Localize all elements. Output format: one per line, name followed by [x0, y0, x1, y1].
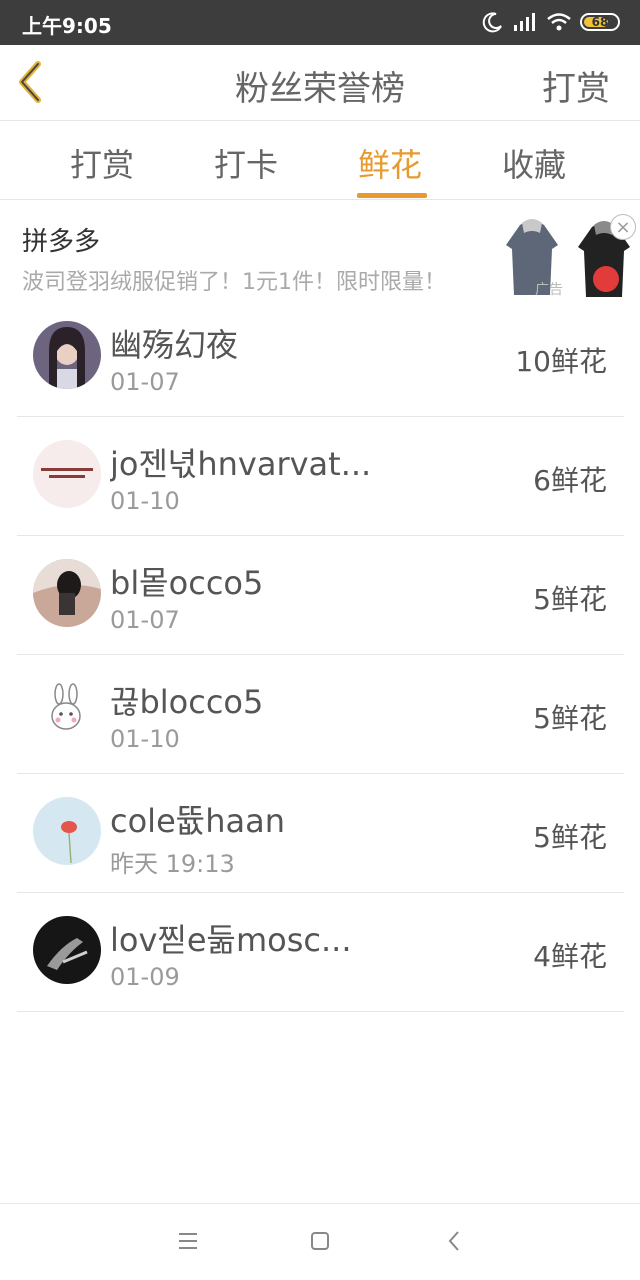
tip-button[interactable]: 打赏	[542, 61, 610, 110]
tab-favorites[interactable]: 收藏	[502, 140, 566, 186]
tab-flowers[interactable]: 鲜花	[358, 140, 422, 186]
avatar	[33, 916, 101, 984]
ad-banner[interactable]: 拼多多 波司登羽绒服促销了！1元1件！限时限量！ 广告	[0, 201, 640, 301]
battery-level: 68	[591, 15, 609, 29]
tab-tip[interactable]: 打赏	[70, 140, 134, 186]
fan-name: 幽殇幻夜	[110, 326, 239, 364]
fan-date: 01-07	[110, 368, 180, 396]
flower-count: 5鲜花	[533, 583, 607, 616]
ad-text: 波司登羽绒服促销了！1元1件！限时限量！	[22, 270, 446, 295]
moon-icon	[482, 12, 502, 33]
menu-icon[interactable]	[173, 1226, 203, 1256]
list-item[interactable]: cole뜞haan 昨天 19:13 5鲜花	[17, 774, 624, 893]
header: 粉丝荣誉榜 打赏	[0, 45, 640, 121]
tab-checkin[interactable]: 打卡	[214, 140, 278, 186]
fan-date: 01-07	[110, 606, 180, 634]
ad-brand: 拼多多	[22, 227, 101, 257]
fan-date: 01-10	[110, 487, 180, 515]
fan-date: 01-09	[110, 963, 180, 991]
flower-count: 5鲜花	[533, 821, 607, 854]
home-icon[interactable]	[305, 1226, 335, 1256]
list-item[interactable]: 幽殇幻夜 01-07 10鲜花	[17, 298, 624, 417]
status-time: 上午9:05	[22, 14, 112, 38]
ad-close-icon[interactable]: ×	[610, 214, 636, 240]
fan-name: 끊blocco5	[110, 683, 264, 721]
list-item[interactable]: lov찓e둚mosc... 01-09 4鲜花	[17, 893, 624, 1012]
flower-count: 6鲜花	[533, 464, 607, 497]
battery-icon: 68	[580, 13, 620, 31]
fan-name: jo젠녃hnvarvat...	[110, 445, 370, 483]
signal-icon	[514, 13, 535, 31]
fan-name: bl뫁occo5	[110, 564, 264, 602]
system-nav-bar	[0, 1203, 640, 1280]
fan-name: cole뜞haan	[110, 802, 285, 840]
list-item[interactable]: 끊blocco5 01-10 5鲜花	[17, 655, 624, 774]
avatar	[33, 321, 101, 389]
avatar	[33, 797, 101, 865]
ad-label: 广告	[535, 282, 563, 298]
fan-name: lov찓e둚mosc...	[110, 921, 352, 959]
flower-count: 10鲜花	[515, 345, 607, 378]
list-item[interactable]: jo젠녃hnvarvat... 01-10 6鲜花	[17, 417, 624, 536]
avatar	[33, 440, 101, 508]
list-item[interactable]: bl뫁occo5 01-07 5鲜花	[17, 536, 624, 655]
wifi-icon	[547, 13, 571, 31]
status-bar: 上午9:05 68	[0, 0, 640, 45]
fan-date: 昨天 19:13	[110, 850, 235, 878]
avatar	[33, 559, 101, 627]
fan-date: 01-10	[110, 725, 180, 753]
fan-list: 幽殇幻夜 01-07 10鲜花 jo젠녃hnvarvat... 01-10 6鲜…	[17, 298, 624, 1012]
avatar	[33, 678, 101, 746]
back-nav-icon[interactable]	[440, 1226, 470, 1256]
tab-bar: 打赏 打卡 鲜花 收藏	[0, 122, 640, 200]
active-tab-indicator	[357, 193, 427, 198]
flower-count: 5鲜花	[533, 702, 607, 735]
status-icons: 68	[482, 10, 620, 34]
flower-count: 4鲜花	[533, 940, 607, 973]
